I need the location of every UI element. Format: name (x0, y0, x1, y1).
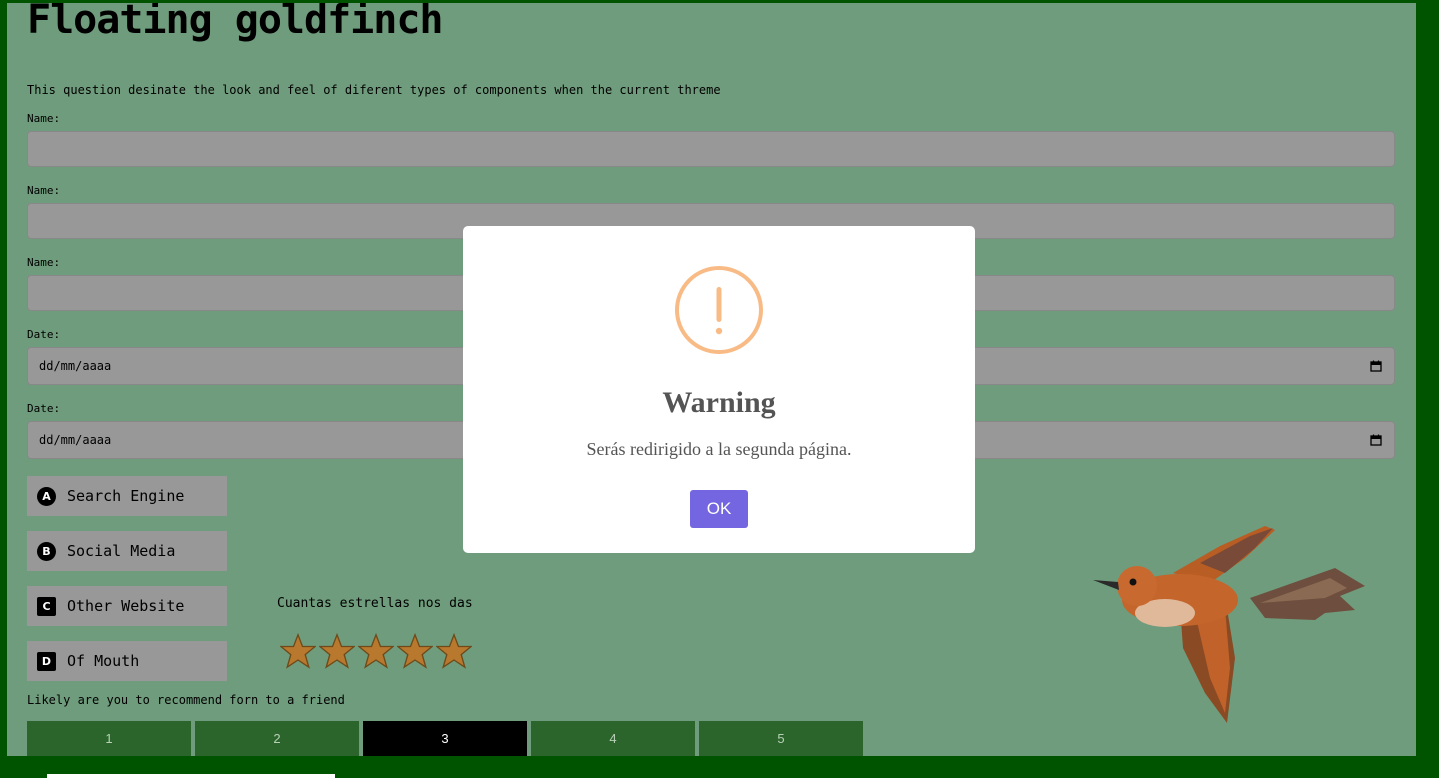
warning-dialog: Warning Serás redirigido a la segunda pá… (463, 226, 975, 553)
ok-button[interactable]: OK (690, 490, 748, 528)
bottom-scroll-indicator (47, 774, 335, 778)
dialog-title: Warning (662, 386, 776, 419)
warning-icon (675, 266, 763, 354)
modal-overlay: Warning Serás redirigido a la segunda pá… (0, 0, 1439, 778)
dialog-message: Serás redirigido a la segunda página. (586, 439, 852, 459)
